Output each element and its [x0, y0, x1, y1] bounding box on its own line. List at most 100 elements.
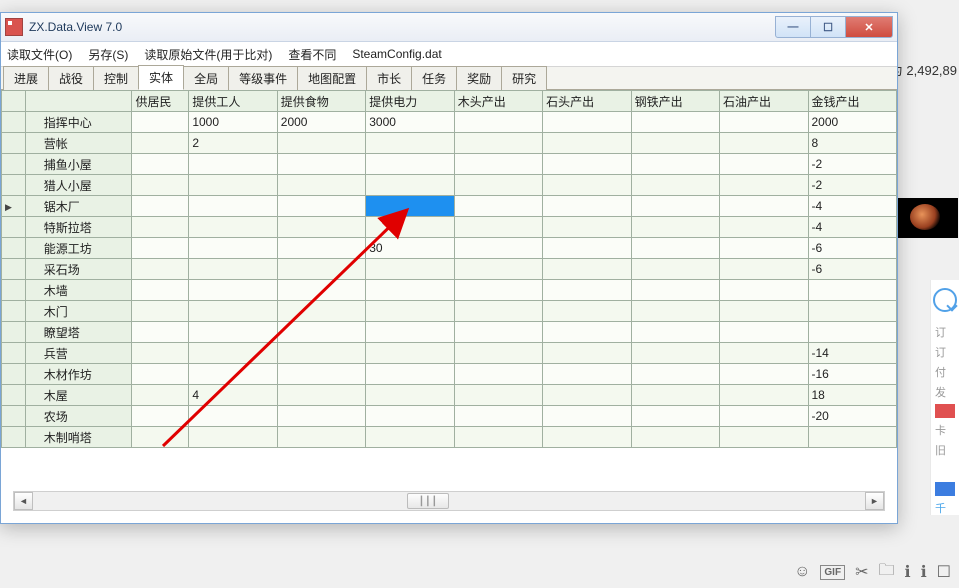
grid-cell[interactable]	[631, 322, 719, 343]
tab-rank-event[interactable]: 等级事件	[228, 66, 298, 90]
grid-cell[interactable]	[808, 427, 897, 448]
gif-icon[interactable]: GIF	[820, 565, 845, 580]
row-name-cell[interactable]: 特斯拉塔	[25, 217, 132, 238]
row-name-cell[interactable]: 营帐	[25, 133, 132, 154]
menu-open-original[interactable]: 读取原始文件(用于比对)	[144, 46, 272, 63]
grid-cell[interactable]	[631, 280, 719, 301]
grid-cell[interactable]	[132, 238, 189, 259]
scroll-track[interactable]: ┃┃┃	[33, 493, 865, 509]
grid-cell[interactable]	[189, 301, 277, 322]
grid-cell[interactable]	[277, 280, 365, 301]
grid-cell[interactable]	[189, 406, 277, 427]
grid-cell[interactable]	[132, 385, 189, 406]
grid-cell[interactable]	[366, 280, 454, 301]
grid-cell[interactable]	[543, 196, 631, 217]
col-header-c2[interactable]: 提供工人	[189, 91, 277, 112]
row-header[interactable]	[2, 196, 26, 217]
grid-cell[interactable]	[720, 406, 808, 427]
grid-cell[interactable]	[132, 364, 189, 385]
grid-cell[interactable]	[720, 301, 808, 322]
grid-cell[interactable]	[454, 280, 542, 301]
grid-cell[interactable]	[720, 322, 808, 343]
grid-cell[interactable]	[277, 238, 365, 259]
grid-cell[interactable]: -6	[808, 238, 897, 259]
grid-cell[interactable]: 3000	[366, 112, 454, 133]
grid-cell[interactable]	[132, 259, 189, 280]
grid-cell[interactable]	[189, 427, 277, 448]
row-name-cell[interactable]: 采石场	[25, 259, 132, 280]
grid-cell[interactable]	[454, 406, 542, 427]
row-name-cell[interactable]: 兵营	[25, 343, 132, 364]
grid-cell[interactable]	[454, 301, 542, 322]
grid-cell[interactable]: -4	[808, 196, 897, 217]
grid-cell[interactable]	[720, 196, 808, 217]
menu-view-diff[interactable]: 查看不同	[288, 46, 336, 63]
grid-cell[interactable]	[631, 133, 719, 154]
grid-cell[interactable]	[631, 217, 719, 238]
row-header[interactable]	[2, 175, 26, 196]
grid-cell[interactable]	[277, 301, 365, 322]
grid-cell[interactable]: 8	[808, 133, 897, 154]
grid-cell[interactable]	[132, 154, 189, 175]
info-icon[interactable]: ℹ	[921, 562, 927, 582]
row-name-cell[interactable]: 农场	[25, 406, 132, 427]
grid-cell[interactable]	[366, 217, 454, 238]
scroll-thumb[interactable]: ┃┃┃	[407, 493, 449, 509]
grid-cell[interactable]	[366, 427, 454, 448]
col-header-c9[interactable]: 金钱产出	[808, 91, 897, 112]
tab-reward[interactable]: 奖励	[456, 66, 502, 90]
col-header-c7[interactable]: 钢铁产出	[631, 91, 719, 112]
grid-cell[interactable]	[720, 238, 808, 259]
grid-cell[interactable]: 2000	[277, 112, 365, 133]
grid-cell[interactable]: 30	[366, 238, 454, 259]
grid-cell[interactable]	[132, 196, 189, 217]
grid-cell[interactable]	[631, 259, 719, 280]
grid-cell[interactable]	[189, 322, 277, 343]
grid-cell[interactable]	[720, 280, 808, 301]
grid-cell[interactable]	[366, 133, 454, 154]
grid-cell[interactable]	[543, 217, 631, 238]
grid-cell[interactable]	[277, 217, 365, 238]
menu-open-file[interactable]: 读取文件(O)	[7, 46, 72, 63]
grid-cell[interactable]	[720, 175, 808, 196]
grid-cell[interactable]	[720, 427, 808, 448]
col-header-c5[interactable]: 木头产出	[454, 91, 542, 112]
row-header[interactable]	[2, 322, 26, 343]
row-header[interactable]	[2, 217, 26, 238]
col-header-c1[interactable]: 供居民	[132, 91, 189, 112]
grid-cell[interactable]	[720, 259, 808, 280]
info-icon[interactable]: ℹ	[905, 562, 911, 582]
grid-cell[interactable]	[454, 385, 542, 406]
grid-cell[interactable]	[454, 238, 542, 259]
data-grid[interactable]: 供居民提供工人提供食物提供电力木头产出石头产出钢铁产出石油产出金钱产出指挥中心1…	[1, 90, 897, 448]
grid-cell[interactable]: -20	[808, 406, 897, 427]
row-name-cell[interactable]: 木墙	[25, 280, 132, 301]
grid-cell[interactable]	[631, 364, 719, 385]
row-header[interactable]	[2, 154, 26, 175]
grid-cell[interactable]	[631, 112, 719, 133]
row-name-cell[interactable]: 锯木厂	[25, 196, 132, 217]
grid-cell[interactable]	[277, 133, 365, 154]
grid-cell[interactable]	[189, 343, 277, 364]
grid-cell[interactable]	[189, 238, 277, 259]
grid-cell[interactable]	[631, 301, 719, 322]
tab-control[interactable]: 控制	[93, 66, 139, 90]
tab-map-config[interactable]: 地图配置	[297, 66, 367, 90]
grid-cell[interactable]	[366, 364, 454, 385]
grid-cell[interactable]	[543, 406, 631, 427]
tab-global[interactable]: 全局	[183, 66, 229, 90]
grid-cell[interactable]	[366, 343, 454, 364]
grid-cell[interactable]	[808, 301, 897, 322]
tab-entity[interactable]: 实体	[138, 65, 184, 90]
grid-cell[interactable]	[132, 112, 189, 133]
grid-cell[interactable]	[631, 154, 719, 175]
col-header-c3[interactable]: 提供食物	[277, 91, 365, 112]
scroll-right-button[interactable]: ►	[865, 492, 884, 510]
row-name-cell[interactable]: 木门	[25, 301, 132, 322]
grid-cell[interactable]	[189, 364, 277, 385]
grid-cell[interactable]	[277, 406, 365, 427]
grid-cell[interactable]	[543, 301, 631, 322]
grid-cell[interactable]: -14	[808, 343, 897, 364]
row-name-cell[interactable]: 能源工坊	[25, 238, 132, 259]
row-name-cell[interactable]: 捕鱼小屋	[25, 154, 132, 175]
